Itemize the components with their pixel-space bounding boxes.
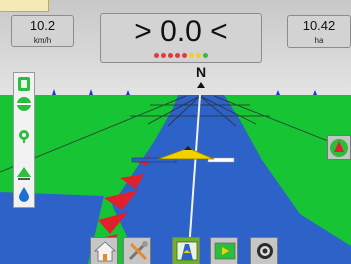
area-unit: ha [314,36,324,45]
light-bar-segment [203,53,208,58]
light-bar-segment [168,53,173,58]
heading-indicator: N [195,64,207,80]
home-icon [94,241,116,262]
area-value: 10.42 [302,18,336,33]
field-map-button[interactable] [210,237,238,264]
north-up-compass-button[interactable] [327,135,351,160]
guidance-view-icon [176,241,198,261]
nudge-icon[interactable] [15,95,33,113]
settings-gear-icon [257,243,273,259]
speed-unit: km/h [33,36,52,45]
speed-panel[interactable]: 10.2 km/h [11,15,74,47]
cross-track-panel[interactable]: > 0.0 < [100,13,262,63]
steering-status-icon[interactable] [15,75,33,93]
tool-sidebar [13,72,35,208]
boom-status-icon[interactable] [15,165,33,183]
tools-button[interactable] [123,237,151,264]
north-up-compass-icon [330,139,348,157]
home-button[interactable] [90,237,118,264]
light-bar-segment [161,53,166,58]
heading-arrow-icon [197,82,205,88]
light-bar-segment [154,53,159,58]
guidance-view-button[interactable] [172,237,200,264]
settings-button[interactable] [250,237,278,264]
field-map-icon [214,242,236,260]
droplet-icon[interactable] [15,185,33,203]
light-bar-segment [189,53,194,58]
speed-value: 10.2 [29,18,56,33]
gps-status-icon[interactable] [15,127,33,145]
area-panel[interactable]: 10.42 ha [287,15,351,48]
tools-icon [128,241,148,261]
info-tab[interactable] [0,0,49,12]
light-bar-segment [175,53,180,58]
light-bar-segment [196,53,201,58]
guidance-screen: 10.2 km/h > 0.0 < N 10.42 ha [0,0,351,264]
light-bar-segment [182,53,187,58]
light-bar [101,53,261,59]
cross-track-value: > 0.0 < [134,15,228,48]
